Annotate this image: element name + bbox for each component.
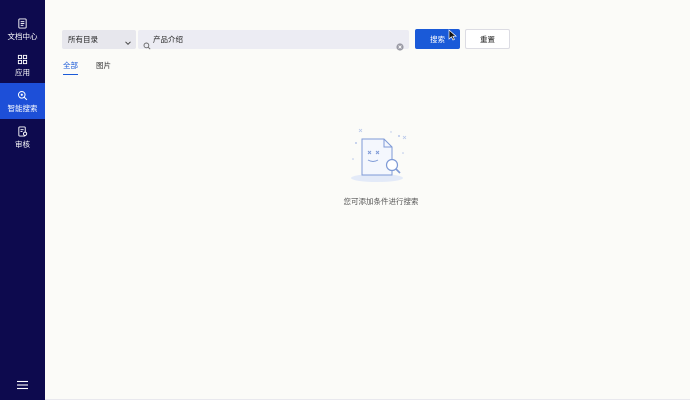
search-icon bbox=[143, 35, 151, 50]
smart-search-icon bbox=[17, 90, 28, 101]
sidebar-item-apps[interactable]: 应用 bbox=[0, 47, 45, 83]
directory-select[interactable]: 所有目录 bbox=[62, 30, 136, 49]
apps-grid-icon bbox=[17, 54, 28, 65]
search-input[interactable] bbox=[153, 30, 393, 49]
sidebar-item-documents[interactable]: 文档中心 bbox=[0, 11, 45, 47]
review-icon bbox=[17, 125, 28, 137]
sidebar-item-smart-search[interactable]: 智能搜索 bbox=[0, 83, 45, 119]
tab-images[interactable]: 图片 bbox=[96, 61, 111, 75]
chevron-down-icon bbox=[124, 35, 132, 46]
tab-all[interactable]: 全部 bbox=[63, 61, 78, 75]
directory-select-value: 所有目录 bbox=[68, 35, 98, 44]
empty-state-message: 您可添加条件进行搜索 bbox=[343, 197, 419, 206]
clear-icon[interactable] bbox=[396, 36, 404, 51]
sidebar-item-review[interactable]: 审核 bbox=[0, 119, 45, 155]
empty-search-illustration bbox=[343, 125, 413, 185]
search-box bbox=[138, 30, 409, 51]
sidebar-item-label: 应用 bbox=[15, 67, 30, 77]
sidebar-item-label: 审核 bbox=[15, 139, 30, 149]
mouse-cursor-icon bbox=[448, 26, 457, 41]
sidebar: 文档中心 应用 智能搜索 审核 bbox=[0, 0, 45, 400]
sidebar-item-label: 智能搜索 bbox=[7, 103, 38, 113]
document-icon bbox=[17, 17, 28, 29]
reset-button[interactable]: 重置 bbox=[465, 29, 510, 49]
sidebar-item-label: 文档中心 bbox=[7, 31, 38, 41]
hamburger-menu-icon[interactable] bbox=[16, 380, 29, 390]
